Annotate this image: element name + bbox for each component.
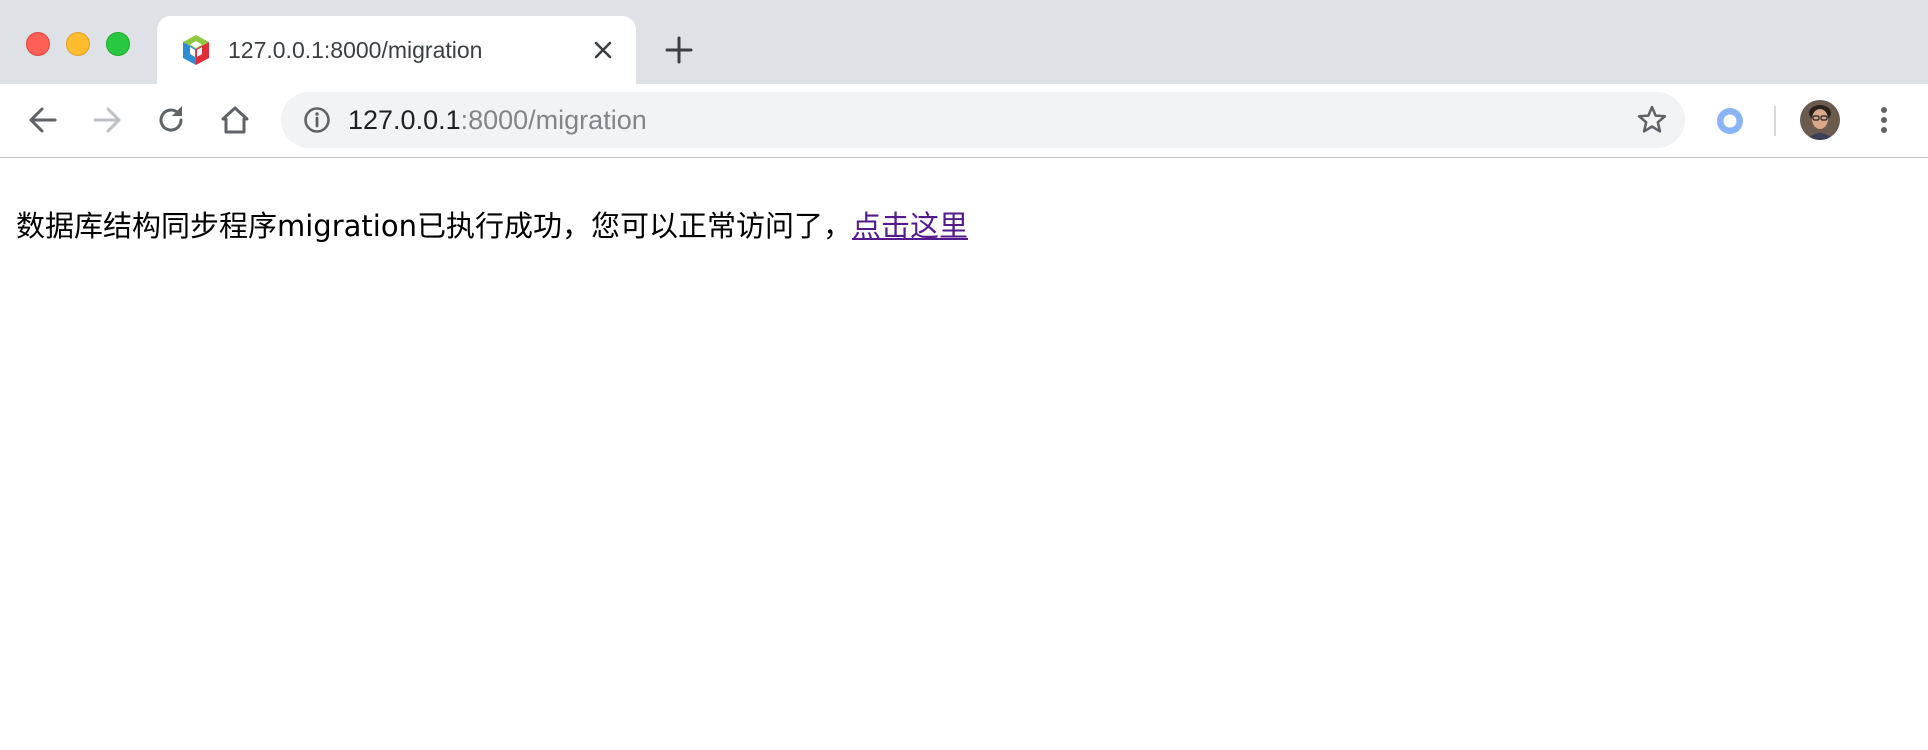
star-icon[interactable] — [1635, 103, 1669, 137]
reload-icon[interactable] — [153, 102, 189, 138]
arrow-right-icon[interactable] — [89, 102, 125, 138]
address-bar[interactable]: 127.0.0.1:8000/migration — [281, 92, 1685, 148]
active-tab[interactable]: 127.0.0.1:8000/migration — [157, 16, 636, 84]
success-message-text: 数据库结构同步程序migration已执行成功，您可以正常访问了， — [16, 209, 852, 243]
toolbar-divider — [1774, 106, 1776, 136]
new-tab-plus-icon[interactable] — [664, 35, 694, 65]
extension-ring-icon[interactable] — [1713, 104, 1747, 138]
yii-cube-icon — [183, 35, 209, 65]
avatar[interactable] — [1800, 100, 1840, 140]
page-content: 数据库结构同步程序migration已执行成功，您可以正常访问了，点击这里 — [0, 158, 1928, 750]
home-icon[interactable] — [217, 102, 253, 138]
browser-window: 127.0.0.1:8000/migration 127.0.0.1:8000/… — [0, 0, 1928, 750]
url-text[interactable]: 127.0.0.1:8000/migration — [348, 105, 647, 135]
profile-avatar-icon — [1800, 100, 1840, 140]
status-message: 数据库结构同步程序migration已执行成功，您可以正常访问了，点击这里 — [16, 207, 968, 245]
info-icon[interactable] — [302, 105, 332, 135]
browser-toolbar: 127.0.0.1:8000/migration — [0, 84, 1928, 158]
window-minimize-button[interactable] — [66, 32, 90, 56]
arrow-left-icon[interactable] — [25, 102, 61, 138]
tab-title: 127.0.0.1:8000/migration — [228, 37, 483, 63]
url-path: :8000/migration — [460, 105, 647, 135]
close-icon[interactable] — [589, 36, 617, 64]
url-host: 127.0.0.1 — [348, 105, 461, 135]
kebab-menu-icon[interactable] — [1866, 102, 1902, 138]
window-close-button[interactable] — [26, 32, 50, 56]
window-maximize-button[interactable] — [106, 32, 130, 56]
click-here-link[interactable]: 点击这里 — [852, 209, 968, 243]
tab-strip: 127.0.0.1:8000/migration — [0, 0, 1928, 84]
